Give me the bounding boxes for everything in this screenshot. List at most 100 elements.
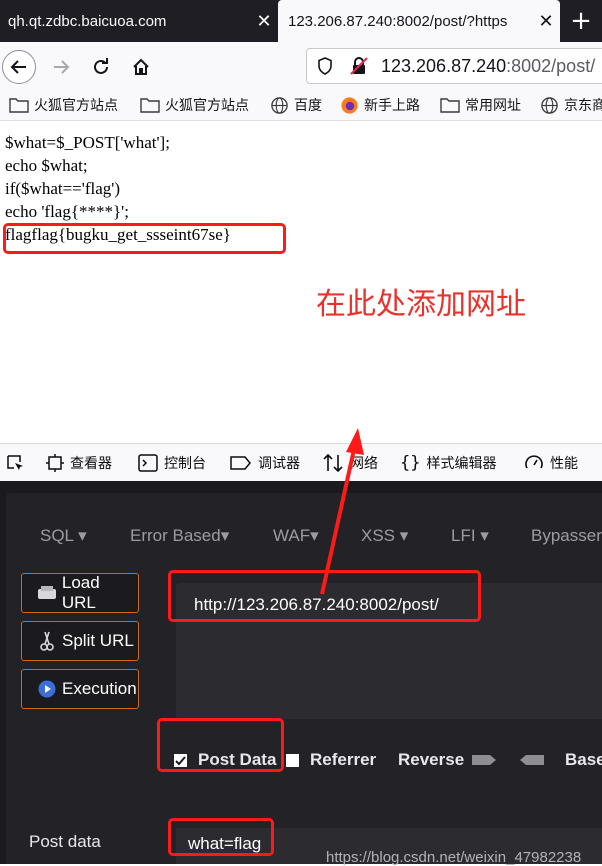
bookmark-label: 火狐官方站点 bbox=[165, 98, 249, 114]
highlight-box bbox=[3, 223, 286, 254]
annotation-text: 在此处添加网址 bbox=[316, 287, 526, 322]
reverse-label: Reverse bbox=[398, 750, 465, 769]
pick-element-button[interactable] bbox=[5, 453, 31, 473]
forward-button[interactable] bbox=[44, 50, 78, 84]
bookmark-folder[interactable]: 火狐官方站点 bbox=[9, 94, 118, 116]
home-button[interactable] bbox=[124, 50, 158, 84]
bookmark-label: 火狐官方站点 bbox=[34, 98, 118, 114]
devtools-tab-label: 样式编辑器 bbox=[426, 456, 497, 472]
address-bar[interactable]: 123.206.87.240:8002/post/ bbox=[306, 48, 602, 84]
reverse-button[interactable]: Reverse bbox=[398, 749, 545, 771]
shield-icon[interactable] bbox=[317, 57, 333, 75]
bookmark-label: 常用网址 bbox=[465, 98, 521, 114]
code-line: $what=$_POST['what']; bbox=[5, 133, 170, 152]
devtools-tab-label: 性能 bbox=[550, 456, 578, 472]
url-highlight-box bbox=[168, 570, 481, 622]
load-icon bbox=[36, 582, 58, 604]
devtools-tab-debugger[interactable]: 调试器 bbox=[230, 453, 300, 473]
bookmark-label: 新手上路 bbox=[364, 98, 420, 114]
menu-sql[interactable]: SQL ▾ bbox=[40, 526, 87, 546]
code-line: if($what=='flag') bbox=[5, 179, 120, 198]
base-label: Base bbox=[565, 750, 602, 769]
bookmark-label: 京东商 bbox=[564, 98, 602, 114]
post-data-label: Post data bbox=[29, 832, 101, 851]
inspector-icon bbox=[46, 454, 64, 472]
close-icon[interactable]: ✕ bbox=[250, 11, 278, 32]
devtools-toolbar: 查看器 控制台 调试器 网络 {} 样式编辑器 性能 bbox=[0, 443, 602, 482]
tab-active[interactable]: 123.206.87.240:8002/post/?https ✕ bbox=[278, 0, 560, 42]
referrer-option-label: Referrer bbox=[310, 750, 377, 769]
reload-button[interactable] bbox=[84, 50, 118, 84]
devtools-tab-console[interactable]: 控制台 bbox=[138, 453, 206, 473]
split-url-label: Split URL bbox=[62, 631, 134, 650]
base-button[interactable]: Base bbox=[565, 749, 602, 771]
devtools-tab-label: 控制台 bbox=[164, 456, 206, 472]
checkbox-icon bbox=[286, 753, 299, 767]
globe-icon bbox=[270, 96, 289, 115]
folder-icon bbox=[9, 97, 29, 113]
arrow-left-icon bbox=[10, 60, 26, 74]
network-icon bbox=[322, 453, 344, 473]
debugger-icon bbox=[230, 455, 252, 471]
play-icon bbox=[36, 678, 58, 700]
devtools-tab-style-editor[interactable]: {} 样式编辑器 bbox=[400, 453, 496, 473]
devtools-tab-performance[interactable]: 性能 bbox=[524, 453, 578, 473]
globe-icon bbox=[540, 96, 559, 115]
devtools-tab-network[interactable]: 网络 bbox=[322, 453, 378, 473]
new-tab-button[interactable]: + bbox=[560, 0, 602, 42]
bookmark-folder[interactable]: 火狐官方站点 bbox=[140, 94, 249, 116]
execution-label: Execution bbox=[62, 679, 137, 698]
load-url-button[interactable]: Load URL bbox=[21, 573, 139, 613]
home-icon bbox=[133, 58, 149, 75]
menu-bypasser[interactable]: Bypasser bbox=[531, 526, 602, 546]
back-button[interactable] bbox=[2, 50, 36, 84]
arrow-right-icon bbox=[54, 60, 70, 74]
close-icon[interactable]: ✕ bbox=[532, 11, 560, 32]
split-url-button[interactable]: Split URL bbox=[21, 621, 139, 661]
tab-bar: qh.qt.zdbc.baicuoa.com ✕ 123.206.87.240:… bbox=[0, 0, 602, 42]
insecure-lock-icon[interactable] bbox=[349, 56, 369, 76]
code-line: echo $what; bbox=[5, 156, 88, 175]
console-icon bbox=[138, 454, 158, 472]
menu-xss[interactable]: XSS ▾ bbox=[361, 526, 408, 546]
referrer-checkbox[interactable]: Referrer bbox=[286, 749, 376, 771]
tab-title: 123.206.87.240:8002/post/?https bbox=[288, 12, 508, 30]
watermark-text: https://blog.csdn.net/weixin_47982238 bbox=[326, 849, 582, 866]
pick-element-icon bbox=[5, 453, 25, 473]
bookmark-folder[interactable]: 常用网址 bbox=[440, 94, 521, 116]
url-path: :8002/post/ bbox=[506, 56, 596, 76]
url-text[interactable]: 123.206.87.240:8002/post/ bbox=[381, 56, 595, 77]
menu-error-based[interactable]: Error Based▾ bbox=[130, 526, 229, 546]
post-data-highlight-box bbox=[157, 718, 284, 772]
page-content: $what=$_POST['what']; echo $what; if($wh… bbox=[0, 121, 602, 443]
firefox-icon bbox=[340, 96, 359, 115]
execution-button[interactable]: Execution bbox=[21, 669, 139, 709]
arrow-right-icon bbox=[472, 753, 498, 767]
devtools-tab-label: 网络 bbox=[350, 456, 378, 472]
devtools-tab-label: 调试器 bbox=[258, 456, 300, 472]
menu-lfi[interactable]: LFI ▾ bbox=[451, 526, 489, 546]
tab-inactive[interactable]: qh.qt.zdbc.baicuoa.com ✕ bbox=[0, 0, 278, 42]
bookmarks-toolbar: 火狐官方站点 火狐官方站点 百度 新手上路 常用网址 京东商 bbox=[0, 90, 602, 121]
folder-icon bbox=[140, 97, 160, 113]
bookmark-label: 百度 bbox=[294, 98, 322, 114]
bookmark-link[interactable]: 京东商 bbox=[540, 94, 602, 116]
devtools-tab-label: 查看器 bbox=[70, 456, 112, 472]
post-value-highlight-box bbox=[168, 818, 274, 856]
url-host: 123.206.87.240 bbox=[381, 56, 507, 76]
code-line: echo 'flag{****}'; bbox=[5, 202, 129, 221]
bookmark-link[interactable]: 新手上路 bbox=[340, 94, 420, 116]
reload-icon bbox=[94, 58, 108, 74]
hackbar-body: SQL ▾ Error Based▾ WAF▾ XSS ▾ LFI ▾ Bypa… bbox=[6, 493, 602, 866]
folder-icon bbox=[440, 97, 460, 113]
load-url-label: Load URL bbox=[61, 573, 100, 612]
scissors-icon bbox=[36, 630, 58, 652]
menu-waf[interactable]: WAF▾ bbox=[273, 526, 319, 546]
devtools-tab-inspector[interactable]: 查看器 bbox=[46, 453, 112, 473]
tab-title: qh.qt.zdbc.baicuoa.com bbox=[8, 12, 167, 30]
braces-icon: {} bbox=[400, 453, 421, 473]
arrow-left-icon bbox=[518, 753, 545, 767]
hackbar-panel: SQL ▾ Error Based▾ WAF▾ XSS ▾ LFI ▾ Bypa… bbox=[0, 481, 602, 866]
bookmark-link[interactable]: 百度 bbox=[270, 94, 322, 116]
gauge-icon bbox=[524, 453, 544, 473]
